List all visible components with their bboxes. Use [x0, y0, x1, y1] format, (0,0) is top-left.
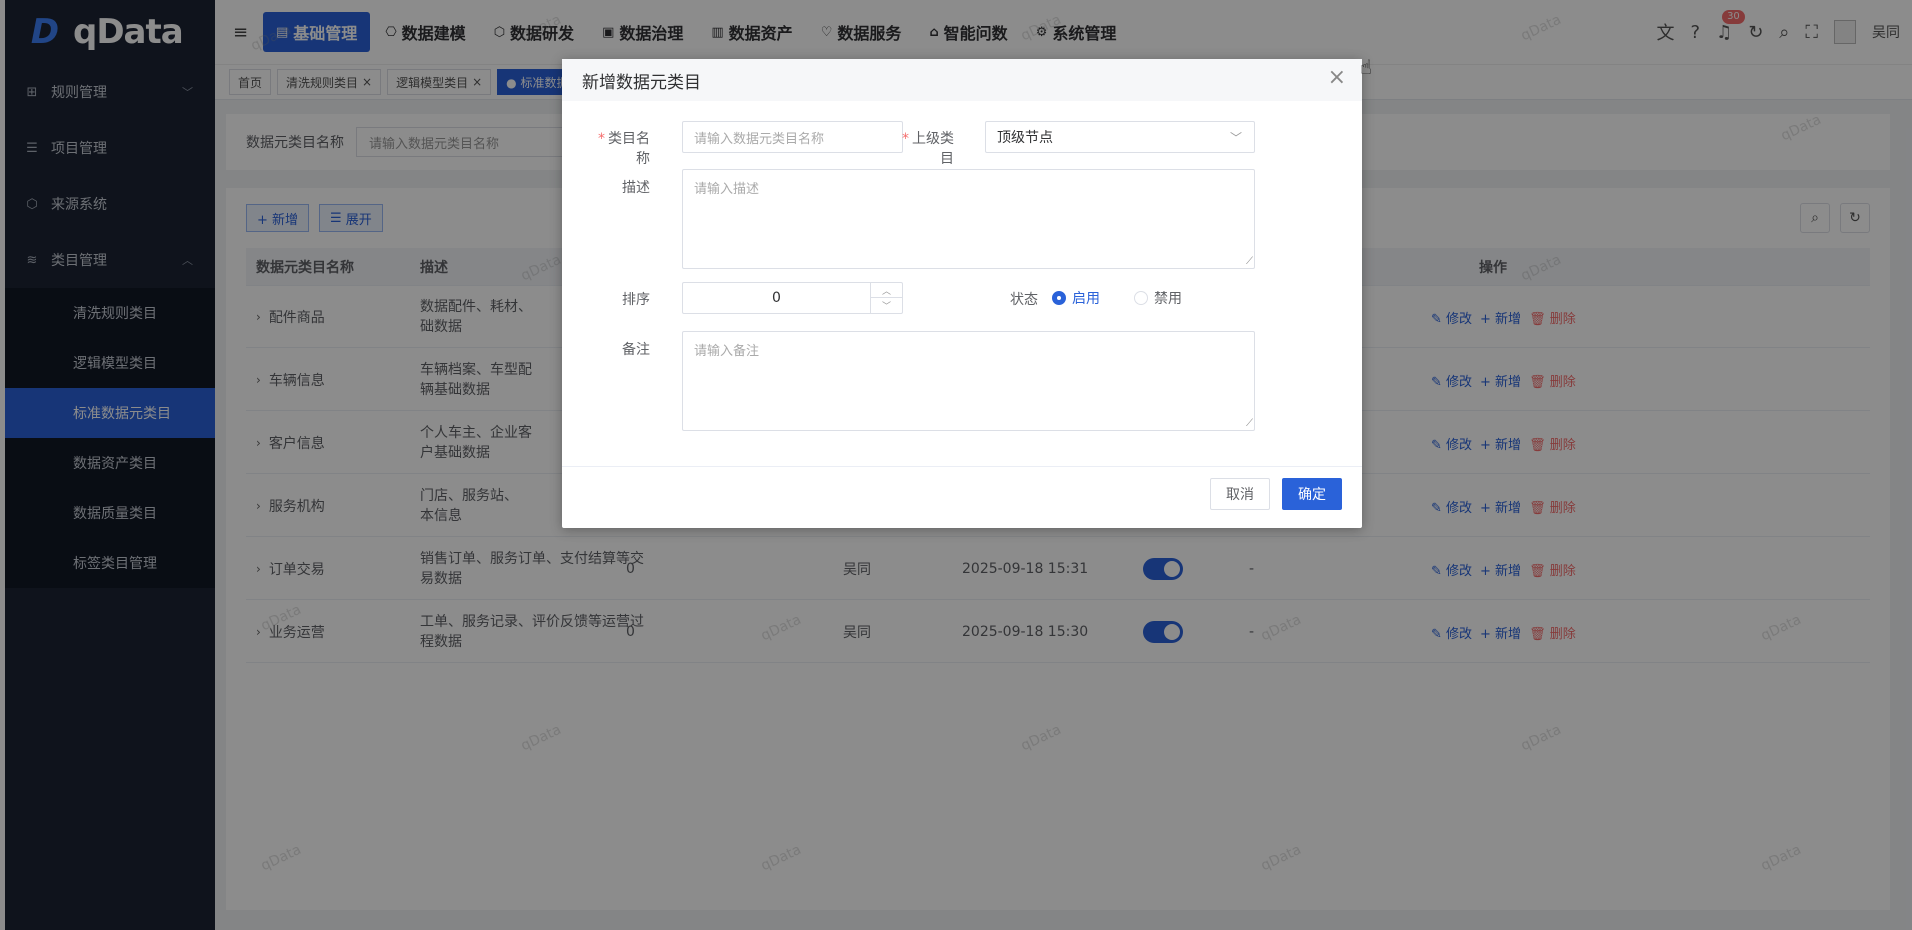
add-category-dialog: 新增数据元类目 × ☝ * 类目名称 请输入数据元类目名称 * 上级类目 顶级节点 …: [562, 55, 1372, 528]
remark-placeholder: 请输入备注: [694, 344, 760, 359]
stepper-up-icon[interactable]: ︿: [871, 283, 902, 298]
remark-label: 备注: [622, 342, 650, 358]
hand-cursor-icon: ☝: [1359, 55, 1372, 79]
status-enabled-label: 启用: [1072, 291, 1100, 307]
status-label: 状态: [1010, 292, 1038, 308]
name-label: * 类目名称: [598, 131, 650, 167]
description-textarea[interactable]: 请输入描述 ⟋: [682, 169, 1255, 269]
sort-stepper[interactable]: 0 ︿ ﹀: [682, 282, 903, 314]
confirm-button[interactable]: 确定: [1282, 478, 1342, 510]
radio-dot: [1052, 291, 1066, 305]
dialog-header: 新增数据元类目 × ☝: [562, 55, 1372, 101]
parent-label: * 上级类目: [902, 131, 954, 167]
resize-handle-icon[interactable]: ⟋: [1246, 257, 1253, 267]
cancel-button[interactable]: 取消: [1210, 478, 1270, 510]
description-placeholder: 请输入描述: [694, 182, 760, 197]
status-disabled-radio[interactable]: 禁用: [1134, 288, 1182, 308]
desc-label: 描述: [622, 180, 650, 196]
dialog-footer: 取消 确定: [562, 466, 1362, 528]
status-enabled-radio[interactable]: 启用: [1052, 288, 1100, 308]
resize-handle-icon[interactable]: ⟋: [1246, 419, 1253, 429]
parent-category-value: 顶级节点: [997, 130, 1053, 146]
parent-category-select[interactable]: 顶级节点 ﹀: [985, 121, 1255, 153]
sort-value[interactable]: 0: [683, 283, 870, 313]
dialog-title: 新增数据元类目: [582, 72, 701, 93]
chevron-down-icon: ﹀: [1229, 131, 1242, 145]
stepper-down-icon[interactable]: ﹀: [871, 298, 902, 313]
radio-dot: [1134, 291, 1148, 305]
status-disabled-label: 禁用: [1154, 291, 1182, 307]
category-name-input[interactable]: 请输入数据元类目名称: [682, 121, 903, 153]
remark-textarea[interactable]: 请输入备注 ⟋: [682, 331, 1255, 431]
close-icon[interactable]: ×: [1328, 67, 1346, 89]
sort-label: 排序: [622, 292, 650, 308]
